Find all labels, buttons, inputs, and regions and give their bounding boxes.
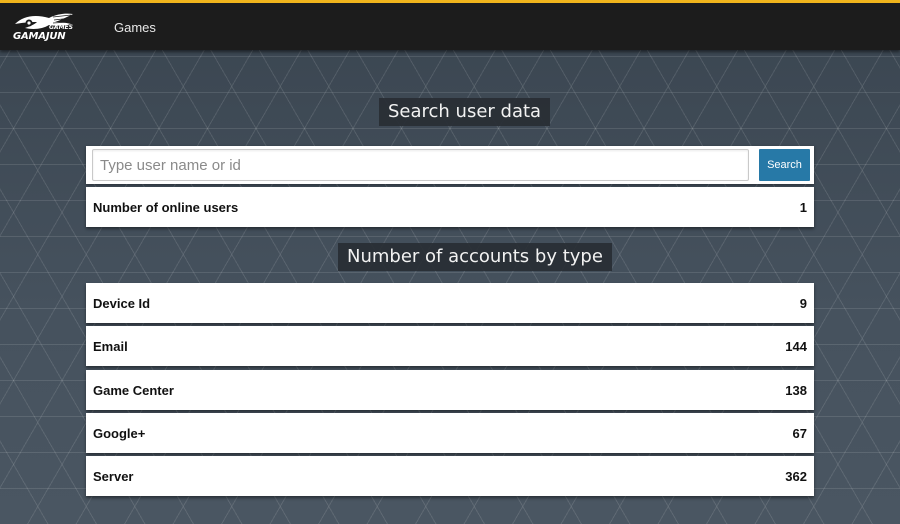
account-type-label: Game Center [93, 383, 174, 398]
account-type-row: Game Center 138 [86, 370, 814, 410]
account-type-row: Google+ 67 [86, 413, 814, 453]
account-type-label: Email [93, 339, 128, 354]
account-type-label: Server [93, 469, 134, 484]
logo-games-text: GAMES [49, 24, 73, 31]
account-type-label: Device Id [93, 296, 151, 311]
gamajun-logo[interactable]: GAMES GAMAJUN [13, 12, 75, 44]
search-section-title: Search user data [379, 98, 551, 126]
account-type-count: 362 [785, 469, 807, 484]
online-users-label: Number of online users [93, 200, 239, 215]
nav-games-link[interactable]: Games [114, 20, 156, 35]
account-type-count: 67 [792, 426, 807, 441]
account-type-count: 144 [785, 339, 807, 354]
account-type-label: Google+ [93, 426, 146, 441]
search-button[interactable]: Search [759, 149, 810, 181]
top-navbar: GAMES GAMAJUN Games [0, 0, 900, 50]
account-type-row: Email 144 [86, 326, 814, 366]
online-users-count: 1 [799, 200, 807, 215]
online-users-row: Number of online users 1 [86, 187, 814, 227]
account-type-count: 138 [785, 383, 807, 398]
account-type-row: Device Id 9 [86, 283, 814, 323]
account-type-row: Server 362 [86, 456, 814, 496]
logo-brand-text: GAMAJUN [13, 31, 66, 42]
account-type-count: 9 [799, 296, 807, 311]
accounts-section-title: Number of accounts by type [338, 243, 612, 271]
search-panel: Search [86, 146, 814, 184]
search-input[interactable] [92, 149, 749, 181]
